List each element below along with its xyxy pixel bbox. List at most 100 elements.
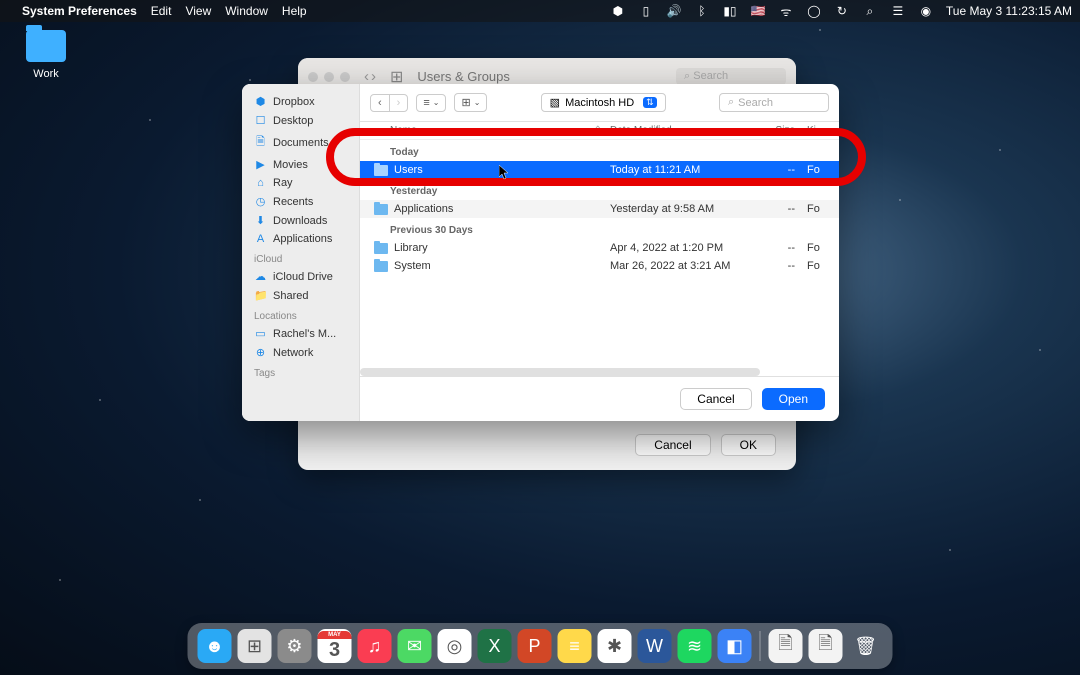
column-kind[interactable]: Ki [795,125,839,136]
location-name: Macintosh HD [565,97,634,109]
calendar-icon: 3 [329,639,340,662]
home-icon: ⌂ [254,177,267,189]
dock-item-messages[interactable]: ✉ [398,629,432,663]
dock-item-document-1[interactable]: 🗎 [769,629,803,663]
file-dialog-footer: Cancel Open [360,376,839,421]
user-menubar-icon[interactable]: ◯ [806,4,822,18]
desktop-folder-work[interactable]: Work [18,30,74,80]
forward-button[interactable]: › [371,68,376,85]
open-button[interactable]: Open [762,388,825,410]
sidebar-item-network[interactable]: ⊕Network [242,343,359,362]
sidebar-item-rachel-s-m-[interactable]: ▭Rachel's M... [242,324,359,343]
dock-item-finder[interactable]: ☻ [198,629,232,663]
sidebar-item-label: iCloud Drive [273,271,333,283]
back-button[interactable]: ‹ [364,68,369,85]
file-row-system[interactable]: SystemMar 26, 2022 at 3:21 AM--Fo [360,257,839,275]
dock-item-word[interactable]: W [638,629,672,663]
spotlight-menubar-icon[interactable]: ⌕ [862,4,878,19]
file-date: Apr 4, 2022 at 1:20 PM [610,242,740,254]
sync-menubar-icon[interactable]: ▯ [638,4,654,18]
dock-item-notes[interactable]: ≡ [558,629,592,663]
file-list[interactable]: Name ⌃ Date Modified Size Ki TodayUsersT… [360,122,839,376]
folder-icon [374,243,388,254]
horizontal-scrollbar[interactable] [360,368,760,376]
location-popup[interactable]: ▧ Macintosh HD ⇅ [541,93,666,112]
search-icon: ⌕ [728,96,734,109]
timemachine-menubar-icon[interactable]: ↻ [834,4,850,18]
flag-menubar-icon[interactable]: 🇺🇸 [750,4,766,18]
sidebar-item-dropbox[interactable]: ⬢Dropbox [242,92,359,111]
dock-item-app-blue[interactable]: ◧ [718,629,752,663]
cancel-button[interactable]: Cancel [680,388,751,410]
file-row-library[interactable]: LibraryApr 4, 2022 at 1:20 PM--Fo [360,239,839,257]
file-dialog-search-field[interactable]: ⌕ Search [719,93,829,112]
sidebar-item-downloads[interactable]: ⬇Downloads [242,211,359,230]
bluetooth-menubar-icon[interactable]: ᛒ [694,4,710,18]
battery-menubar-icon[interactable]: ▮▯ [722,4,738,18]
dock-item-spotify[interactable]: ≋ [678,629,712,663]
column-date[interactable]: Date Modified [610,125,740,136]
sidebar-item-icloud-drive[interactable]: ☁iCloud Drive [242,267,359,286]
file-kind: Fo [795,164,839,176]
dock-item-launchpad[interactable]: ⊞ [238,629,272,663]
menu-help[interactable]: Help [282,4,307,18]
dock-item-excel[interactable]: X [478,629,512,663]
sidebar-item-label: Recents [273,196,313,208]
zoom-window-button[interactable] [340,72,350,82]
forward-button[interactable]: › [390,95,408,111]
finder-icon: ☻ [205,636,224,657]
dock-item-powerpoint[interactable]: P [518,629,552,663]
sidebar-item-ray[interactable]: ⌂ Ray [242,174,359,192]
icon-view-button[interactable]: ⊞ ⌄ [454,93,487,112]
dropbox-menubar-icon[interactable]: ⬢ [610,4,626,18]
dock-separator [760,631,761,661]
dock-item-trash[interactable]: 🗑 [849,629,883,663]
menu-view[interactable]: View [185,4,211,18]
file-dialog-sidebar: ⬢Dropbox☐Desktop🗎Documents▶Movies ⌂ Ray ◷Re… [242,84,360,421]
menubar-clock[interactable]: Tue May 3 11:23:15 AM [946,4,1072,18]
settings-ok-button[interactable]: OK [721,434,776,456]
file-kind: Fo [795,203,839,215]
file-list-group-header: Yesterday [360,179,839,200]
column-size[interactable]: Size [740,125,795,136]
file-list-group-header: Today [360,140,839,161]
sidebar-item-movies[interactable]: ▶Movies [242,155,359,174]
sidebar-item-desktop[interactable]: ☐Desktop [242,111,359,130]
dock-item-system-preferences[interactable]: ⚙ [278,629,312,663]
siri-menubar-icon[interactable]: ◉ [918,4,934,18]
file-list-group-header: Previous 30 Days [360,218,839,239]
sidebar-item-documents[interactable]: 🗎Documents [242,130,359,155]
minimize-window-button[interactable] [324,72,334,82]
file-name: Library [394,242,428,254]
list-view-button[interactable]: ≡ ⌄ [416,94,446,112]
volume-menubar-icon[interactable]: 🔊 [666,4,682,18]
app-menu[interactable]: System Preferences [22,4,137,18]
sidebar-item-label: Dropbox [273,96,315,108]
wifi-menubar-icon[interactable]: ᯤ [778,3,794,20]
dock-item-calendar[interactable]: MAY3 [318,629,352,663]
settings-search-field[interactable]: ⌕ Search [676,68,786,85]
back-button[interactable]: ‹ [371,95,390,111]
dock-item-music[interactable]: ♫ [358,629,392,663]
column-name[interactable]: Name ⌃ [360,125,610,136]
menu-window[interactable]: Window [225,4,268,18]
file-row-users[interactable]: UsersToday at 11:21 AM--Fo [360,161,839,179]
applications-icon: A [254,233,267,245]
dock-item-slack[interactable]: ✱ [598,629,632,663]
sidebar-item-applications[interactable]: AApplications [242,230,359,248]
sidebar-item-label: Ray [273,177,293,189]
excel-icon: X [488,636,500,657]
app-blue-icon: ◧ [726,636,743,657]
menu-edit[interactable]: Edit [151,4,172,18]
desktop-icon: ☐ [254,114,267,127]
dock-item-chrome[interactable]: ◎ [438,629,472,663]
file-row-applications[interactable]: ApplicationsYesterday at 9:58 AM--Fo [360,200,839,218]
control-center-menubar-icon[interactable]: ☰ [890,4,906,18]
sidebar-item-recents[interactable]: ◷Recents [242,192,359,211]
sidebar-item-shared[interactable]: 📁Shared [242,286,359,305]
close-window-button[interactable] [308,72,318,82]
settings-cancel-button[interactable]: Cancel [635,434,710,456]
chrome-icon: ◎ [447,636,463,657]
dock-item-document-2[interactable]: 🗎 [809,629,843,663]
sidebar-item-label: Network [273,347,313,359]
